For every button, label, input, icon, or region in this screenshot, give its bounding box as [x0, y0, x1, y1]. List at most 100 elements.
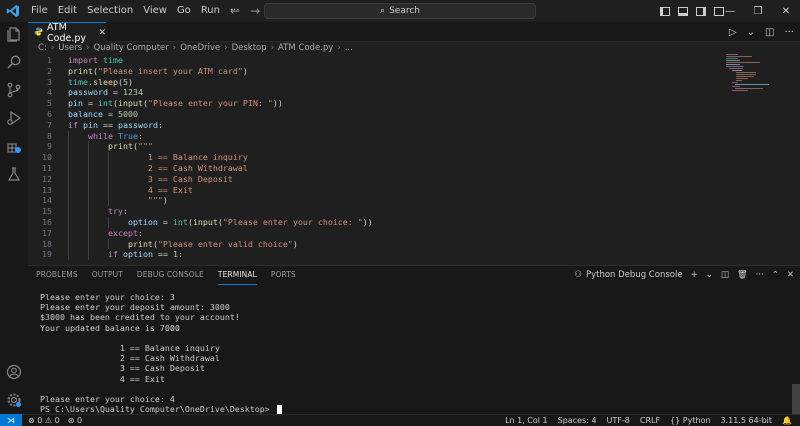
- code-token: :: [137, 227, 143, 238]
- code-line[interactable]: 4 password = 1234: [28, 87, 728, 98]
- menu-item[interactable]: Run: [196, 0, 225, 22]
- terminal-line: PS C:\Users\Quality Computer\OneDrive\De…: [40, 404, 282, 415]
- code-line[interactable]: 13 4 == Exit: [28, 185, 728, 196]
- tab-close-icon[interactable]: ✕: [98, 28, 106, 38]
- code-text: pin = int(input("Please enter your PIN: …: [52, 98, 283, 109]
- notifications-bell-icon[interactable]: 🔔: [782, 415, 792, 426]
- code-line[interactable]: 10 1 == Balance inquiry: [28, 152, 728, 163]
- terminal-profile[interactable]: ⚇ Python Debug Console: [574, 270, 682, 280]
- code-line[interactable]: 3 time.sleep(5): [28, 77, 728, 88]
- code-line[interactable]: 5 pin = int(input("Please enter your PIN:…: [28, 98, 728, 109]
- terminal-text: Your updated balance is 7000: [40, 322, 180, 333]
- tab-debug-console[interactable]: DEBUG CONSOLE: [137, 266, 204, 284]
- code-token: ): [292, 238, 298, 249]
- forward-arrow-icon[interactable]: →: [250, 4, 260, 18]
- code-line[interactable]: 9 print(""": [28, 141, 728, 152]
- tab-ports[interactable]: PORTS: [271, 266, 296, 284]
- end-of-line[interactable]: CRLF: [640, 415, 660, 426]
- line-number: 3: [47, 76, 52, 87]
- cursor-position[interactable]: Ln 1, Col 1: [505, 415, 548, 426]
- file-encoding[interactable]: UTF-8: [607, 415, 630, 426]
- search-label: Search: [389, 6, 420, 16]
- breadcrumb-item[interactable]: Quality Computer: [93, 43, 168, 53]
- command-center-search[interactable]: ⌕ Search: [264, 3, 536, 19]
- kill-terminal-trash-icon[interactable]: 🗑: [737, 270, 748, 280]
- code-line[interactable]: 14 """): [28, 195, 728, 206]
- minimize-button[interactable]: —: [716, 0, 744, 22]
- code-line[interactable]: 11 2 == Cash Withdrawal: [28, 163, 728, 174]
- manage-gear-icon[interactable]: [0, 388, 28, 412]
- tab-terminal[interactable]: TERMINAL: [217, 266, 257, 285]
- testing-icon[interactable]: [0, 162, 28, 186]
- new-terminal-icon[interactable]: +: [691, 270, 698, 280]
- editor-tab[interactable]: ATM Code.py ✕: [28, 21, 106, 44]
- chevron-down-icon[interactable]: ⌄: [706, 270, 713, 280]
- toggle-primary-sidebar-icon[interactable]: [660, 6, 670, 16]
- ports-status[interactable]: ⊛ 0: [68, 415, 82, 426]
- close-button[interactable]: ✕: [772, 0, 800, 22]
- chevron-down-icon[interactable]: ⌄: [747, 27, 755, 38]
- panel-actions: ⚇ Python Debug Console + ⌄ ◫ 🗑 ··· ⌃ ✕: [574, 266, 794, 284]
- code-line[interactable]: 1 import time: [28, 55, 728, 66]
- more-actions-icon[interactable]: ···: [784, 27, 794, 38]
- code-text: """): [52, 195, 168, 206]
- breadcrumb-item[interactable]: ...: [345, 43, 353, 53]
- minimap[interactable]: [726, 54, 780, 94]
- tab-filename: ATM Code.py: [47, 21, 86, 44]
- menu-item[interactable]: Edit: [53, 0, 82, 22]
- code-line[interactable]: 15 try:: [28, 206, 728, 217]
- accounts-icon[interactable]: [0, 360, 28, 384]
- python-interpreter[interactable]: 3.11.5 64-bit: [721, 415, 773, 426]
- code-token: ==: [152, 249, 173, 260]
- search-view-icon[interactable]: [0, 50, 28, 74]
- code-line[interactable]: 18 print("Please enter valid choice"): [28, 239, 728, 250]
- language-mode[interactable]: {} Python: [670, 415, 710, 426]
- terminal-line: Please enter your deposit amount: 3000: [40, 302, 282, 312]
- maximize-panel-icon[interactable]: ⌃: [772, 270, 779, 280]
- split-terminal-icon[interactable]: ◫: [721, 270, 729, 280]
- indentation[interactable]: Spaces: 4: [558, 415, 597, 426]
- code-token: while: [87, 130, 113, 141]
- breadcrumb-item[interactable]: Desktop: [232, 43, 267, 53]
- more-actions-icon[interactable]: ···: [756, 270, 764, 280]
- problems-status[interactable]: ⊗ 0 ⚠ 0: [28, 415, 60, 426]
- toggle-panel-icon[interactable]: [678, 6, 688, 16]
- code-line[interactable]: 19 if option == 1:: [28, 249, 728, 260]
- code-line[interactable]: 7 if pin == password:: [28, 120, 728, 131]
- menu-item[interactable]: File: [26, 0, 53, 22]
- terminal-scrollbar[interactable]: [792, 384, 800, 414]
- maximize-button[interactable]: ❐: [744, 0, 772, 22]
- remote-indicator-icon[interactable]: ⋊: [0, 414, 22, 426]
- split-editor-icon[interactable]: ◫: [765, 27, 774, 38]
- menu-item[interactable]: Selection: [82, 0, 138, 22]
- close-panel-icon[interactable]: ✕: [787, 270, 794, 280]
- code-token: True: [117, 130, 138, 141]
- extensions-icon[interactable]: [0, 134, 28, 158]
- breadcrumb-item[interactable]: OneDrive: [180, 43, 220, 53]
- code-text: import time: [52, 55, 123, 66]
- tab-output[interactable]: OUTPUT: [92, 266, 123, 284]
- code-line[interactable]: 8 while True:: [28, 131, 728, 142]
- code-line[interactable]: 16 option = int(input("Please enter your…: [28, 217, 728, 228]
- breadcrumb-item[interactable]: C:: [38, 43, 47, 53]
- run-python-file-icon[interactable]: ▷: [729, 27, 737, 38]
- code-text: except:: [52, 228, 143, 239]
- toggle-secondary-sidebar-icon[interactable]: [696, 6, 706, 16]
- code-editor[interactable]: 1 import time 2 print("Please insert your A…: [28, 54, 800, 264]
- code-token: time: [102, 55, 123, 65]
- breadcrumb-item[interactable]: ATM Code.py: [278, 43, 333, 53]
- run-and-debug-icon[interactable]: [0, 106, 28, 130]
- source-control-icon[interactable]: [0, 78, 28, 102]
- code-line[interactable]: 17 except:: [28, 228, 728, 239]
- code-line[interactable]: 6 balance = 5000: [28, 109, 728, 120]
- menu-item[interactable]: Go: [172, 0, 196, 22]
- breadcrumb-item[interactable]: Users: [58, 43, 82, 53]
- menu-item[interactable]: View: [138, 0, 172, 22]
- explorer-icon[interactable]: [0, 22, 28, 46]
- back-arrow-icon[interactable]: ←: [230, 4, 240, 18]
- code-line[interactable]: 12 3 == Cash Deposit: [28, 174, 728, 185]
- terminal-output[interactable]: Please enter your choice: 3 Please enter …: [40, 292, 282, 415]
- code-line[interactable]: 2 print("Please insert your ATM card"): [28, 66, 728, 77]
- tab-problems[interactable]: PROBLEMS: [36, 266, 78, 284]
